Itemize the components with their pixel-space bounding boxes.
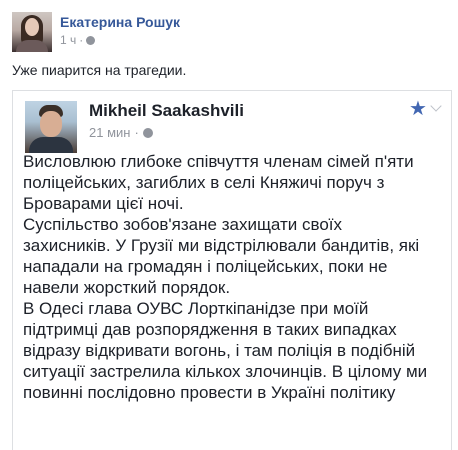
shared-author-name[interactable]: Mikheil Saakashvili: [89, 101, 244, 121]
body-line: В Одесі глава ОУВС Лорткіпанідзе при мої…: [23, 299, 369, 318]
body-line: Висловлюю глибоке співчуття членам сімей…: [23, 152, 414, 171]
body-line: підтримці дав розпорядження в таких випа…: [23, 320, 397, 339]
shared-author-avatar[interactable]: [25, 101, 77, 153]
shared-post-timestamp[interactable]: 21 мин: [89, 125, 130, 140]
shared-post-body: Висловлюю глибоке співчуття членам сімей…: [23, 151, 445, 403]
body-line: Суспільство зобов'язане захищати своїх: [23, 215, 343, 234]
star-icon[interactable]: ★: [409, 99, 427, 119]
globe-icon[interactable]: [142, 127, 153, 138]
facebook-post: Екатерина Рошук 1 ч · Уже пиарится на тр…: [0, 0, 458, 450]
post-meta: 1 ч ·: [60, 33, 96, 47]
body-line: нападали на громадян і поліцейських, пок…: [23, 257, 388, 276]
meta-separator: ·: [79, 33, 84, 47]
body-line: відразу відкривати вогонь, і там поліція…: [23, 341, 416, 360]
body-line: поліцейських, загиблих в селі Княжичі по…: [23, 173, 385, 192]
avatar-shoulders: [16, 40, 48, 52]
body-line: навели жорсткий порядок.: [23, 278, 231, 297]
post-author-name[interactable]: Екатерина Рошук: [60, 14, 180, 30]
body-line: Броварами цієї ночі.: [23, 194, 184, 213]
shared-post-card: Mikheil Saakashvili 21 мин · ★ Висловлюю…: [12, 90, 452, 450]
post-timestamp[interactable]: 1 ч: [60, 33, 76, 47]
meta-separator: ·: [134, 125, 139, 140]
chevron-down-icon[interactable]: [431, 102, 441, 112]
globe-icon[interactable]: [86, 35, 96, 45]
body-line: захисників. У Грузії ми відстрілювали ба…: [23, 236, 420, 255]
post-status-text: Уже пиарится на трагедии.: [12, 62, 187, 78]
avatar-face: [40, 111, 62, 137]
avatar-face: [25, 18, 39, 36]
body-line: повинні послідовно провести в Україні по…: [23, 383, 396, 402]
author-avatar[interactable]: [12, 12, 52, 52]
body-line: ситуації застрелила кількох злочинців. В…: [23, 362, 428, 381]
shared-post-meta: 21 мин ·: [89, 125, 153, 140]
